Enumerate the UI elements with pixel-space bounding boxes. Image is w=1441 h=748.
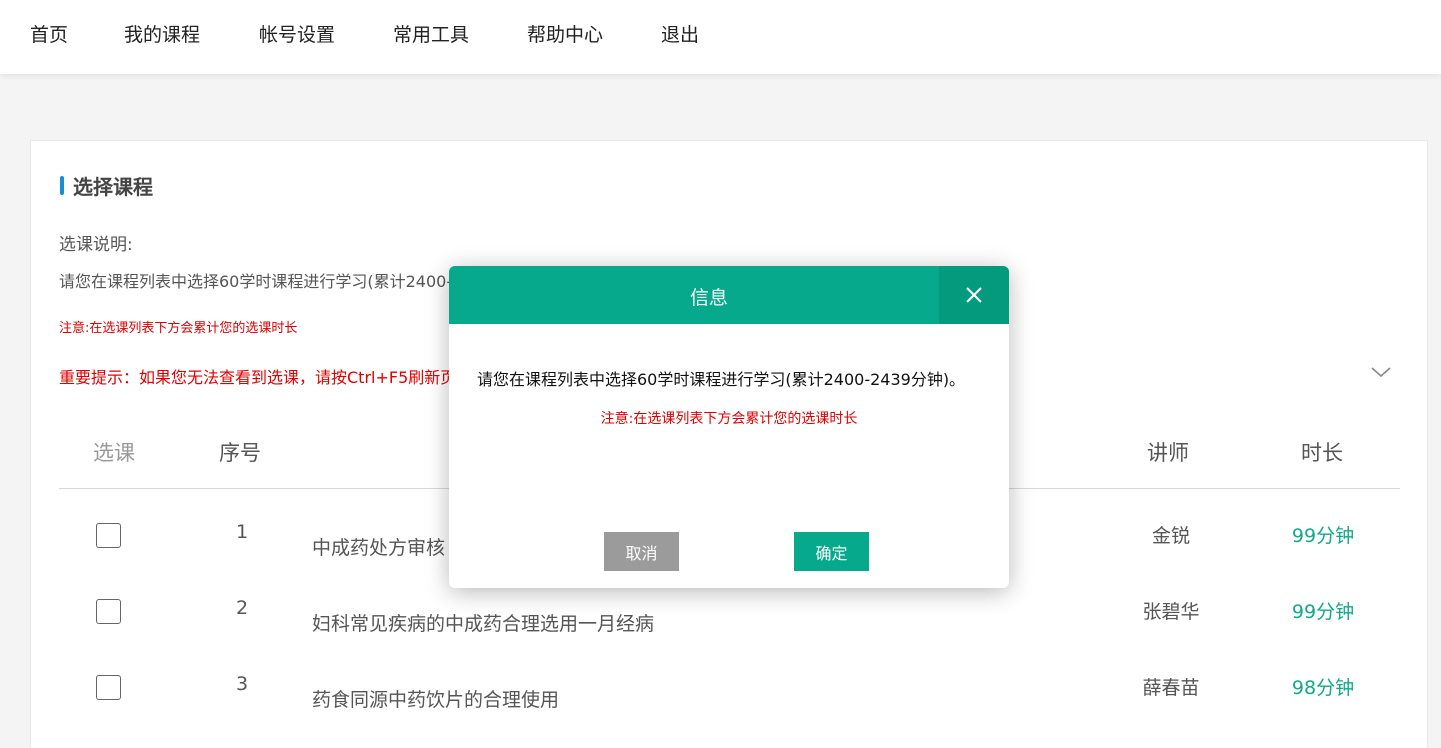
dialog-title: 信息 (689, 287, 728, 309)
row-teacher: 薛春苗 (1142, 677, 1200, 699)
nav-item-help-center[interactable]: 帮助中心 (527, 20, 603, 47)
description-text: 请您在课程列表中选择60学时课程进行学习(累计2400-2439分钟)。 (59, 272, 459, 291)
duration-note: 注意:在选课列表下方会累计您的选课时长 (59, 321, 298, 336)
nav-item-account-settings[interactable]: 帐号设置 (259, 20, 335, 47)
row-duration: 99分钟 (1291, 601, 1355, 623)
nav-item-my-courses[interactable]: 我的课程 (124, 20, 200, 47)
course-name[interactable]: 中成药处方审核 (312, 533, 445, 560)
confirm-button[interactable]: 确定 (794, 532, 869, 571)
top-nav: 首页 我的课程 帐号设置 常用工具 帮助中心 退出 (0, 0, 1441, 74)
header-teacher: 讲师 (1147, 441, 1189, 465)
header-duration: 时长 (1301, 441, 1343, 465)
section-title: 选择课程 (73, 175, 153, 199)
row-index: 3 (236, 673, 249, 695)
cancel-button[interactable]: 取消 (604, 532, 679, 571)
row-duration: 98分钟 (1291, 677, 1355, 699)
section-marker (60, 176, 64, 195)
info-dialog: 信息 请您在课程列表中选择60学时课程进行学习(累计2400-2439分钟)。 … (449, 266, 1009, 588)
nav-item-logout[interactable]: 退出 (661, 20, 699, 47)
table-row: 2 妇科常见疾病的中成药合理选用一月经病 张碧华 99分钟 (31, 597, 1429, 675)
course-name[interactable]: 妇科常见疾病的中成药合理选用一月经病 (312, 609, 654, 636)
row-index: 2 (236, 597, 249, 619)
dialog-note: 注意:在选课列表下方会累计您的选课时长 (600, 411, 858, 427)
course-name[interactable]: 药食同源中药饮片的合理使用 (312, 685, 559, 712)
row-teacher: 张碧华 (1142, 601, 1200, 623)
row-duration: 99分钟 (1291, 525, 1355, 547)
close-button[interactable] (939, 266, 1009, 324)
row-index: 1 (236, 521, 249, 543)
header-index: 序号 (219, 441, 261, 465)
dialog-header: 信息 (449, 266, 1009, 324)
description-label: 选课说明: (59, 235, 133, 255)
dialog-message: 请您在课程列表中选择60学时课程进行学习(累计2400-2439分钟)。 (477, 370, 966, 389)
nav-item-home[interactable]: 首页 (30, 20, 68, 47)
close-icon (966, 287, 982, 303)
important-notice: 重要提示：如果您无法查看到选课，请按Ctrl+F5刷新页面 (59, 368, 459, 387)
row-teacher: 金锐 (1151, 525, 1190, 547)
course-checkbox[interactable] (96, 675, 121, 700)
nav-item-tools[interactable]: 常用工具 (393, 20, 469, 47)
table-row: 3 药食同源中药饮片的合理使用 薛春苗 98分钟 (31, 673, 1429, 748)
course-checkbox[interactable] (96, 599, 121, 624)
chevron-down-icon[interactable] (1369, 363, 1393, 381)
course-checkbox[interactable] (96, 523, 121, 548)
header-select: 选课 (93, 441, 135, 465)
